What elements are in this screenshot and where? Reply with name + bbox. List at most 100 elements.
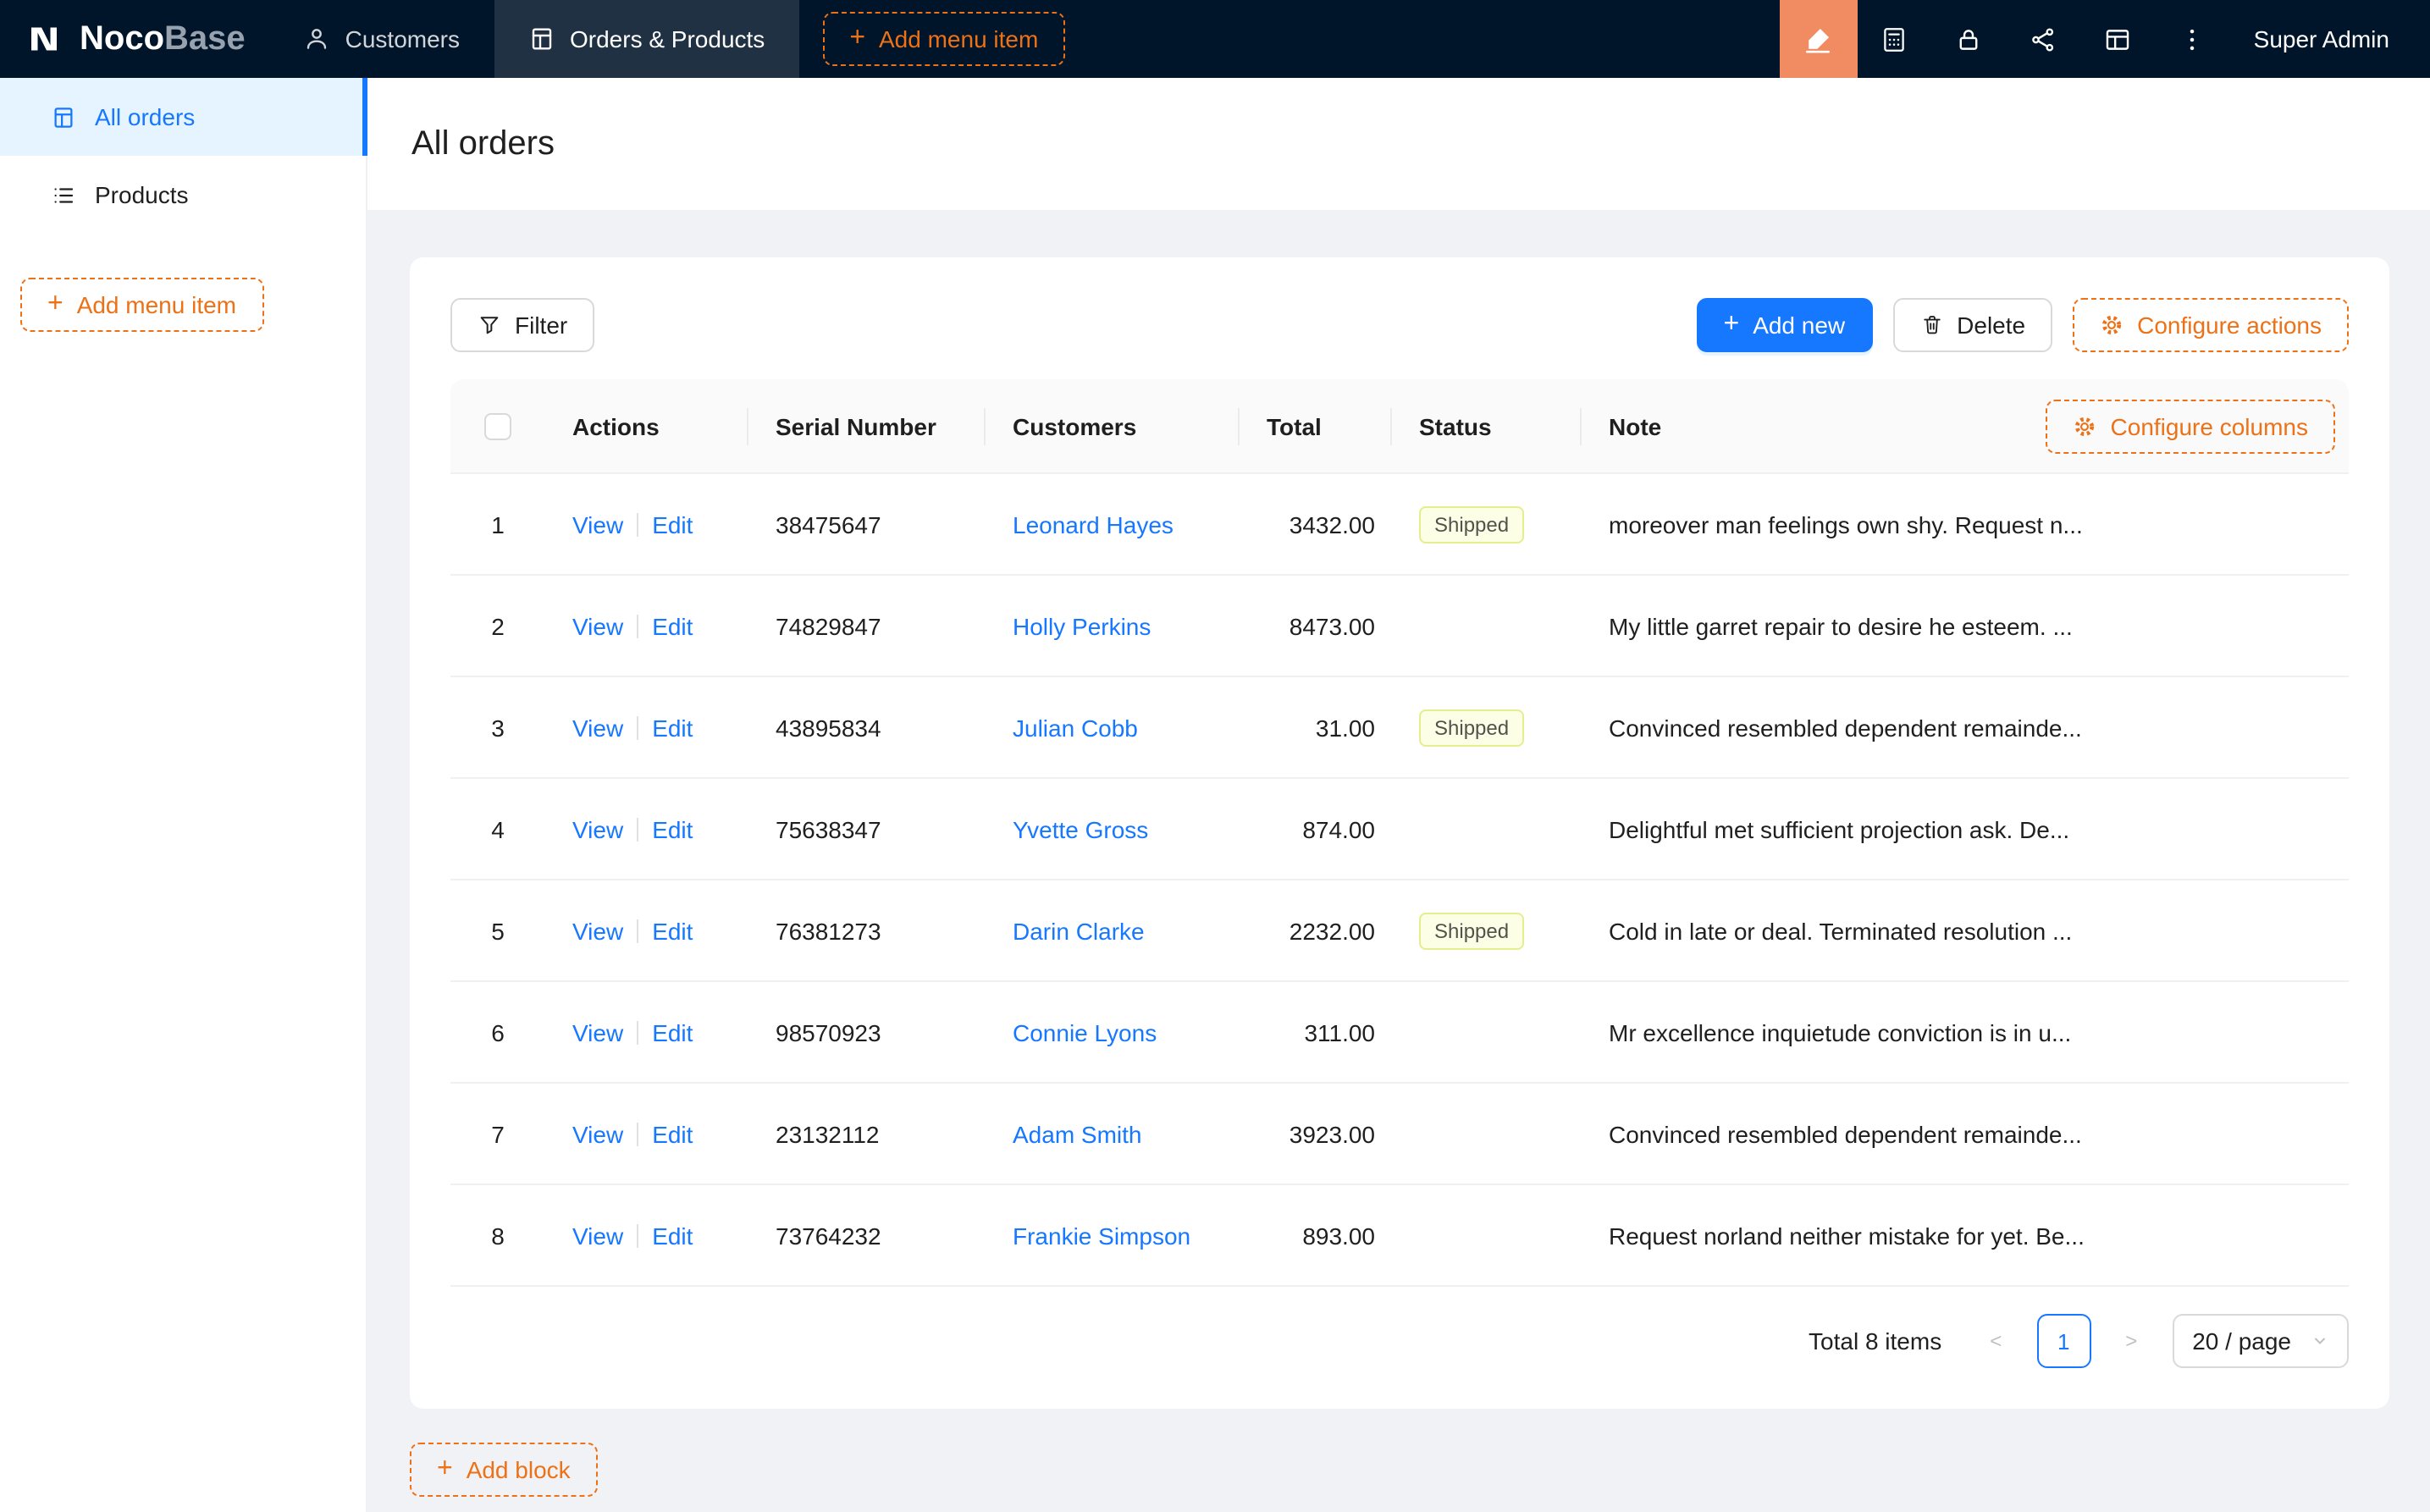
add-block-button[interactable]: + Add block — [410, 1443, 598, 1497]
sidebar-item-all-orders[interactable]: All orders — [0, 78, 366, 156]
total-cell: 2232.00 — [1240, 917, 1392, 944]
plus-icon: + — [47, 291, 64, 318]
configure-actions-button[interactable]: Configure actions — [2073, 298, 2349, 352]
column-header-customers: Customers — [986, 412, 1240, 439]
view-link[interactable]: View — [572, 1018, 623, 1046]
data-sources-button[interactable] — [1858, 0, 1932, 78]
edit-link[interactable]: Edit — [652, 612, 693, 639]
configure-columns-button[interactable]: Configure columns — [2046, 399, 2335, 453]
page-header: All orders — [367, 78, 2430, 210]
table-row: 2 ViewEdit 74829847 Holly Perkins 8473.0… — [450, 576, 2349, 677]
row-number[interactable]: 8 — [450, 1222, 545, 1249]
page-title: All orders — [411, 124, 555, 163]
view-link[interactable]: View — [572, 714, 623, 741]
select-all-cell — [450, 412, 545, 439]
note-cell: Cold in late or deal. Terminated resolut… — [1582, 917, 2349, 944]
row-actions-cell: View Edit — [545, 510, 748, 538]
edit-link[interactable]: Edit — [652, 1018, 693, 1046]
access-control-button[interactable] — [1932, 0, 2007, 78]
divider — [637, 1122, 638, 1145]
customer-link[interactable]: Julian Cobb — [1013, 714, 1138, 741]
plus-icon: + — [1724, 312, 1740, 339]
pagination: Total 8 items < 1 > 20 / page — [450, 1314, 2349, 1368]
total-cell: 874.00 — [1240, 815, 1392, 842]
filter-button[interactable]: Filter — [450, 298, 594, 352]
view-link[interactable]: View — [572, 1120, 623, 1147]
serial-number-cell: 73764232 — [748, 1222, 986, 1249]
nocobase-logo[interactable]: NocoBase — [0, 0, 269, 78]
view-link[interactable]: View — [572, 612, 623, 639]
customers-icon — [303, 25, 330, 52]
page-content: Filter + Add new Delete — [367, 210, 2430, 1512]
customer-link[interactable]: Frankie Simpson — [1013, 1222, 1190, 1249]
pagination-next-button[interactable]: > — [2104, 1314, 2158, 1368]
trash-icon — [1919, 313, 1943, 337]
sidebar-add-menu-item-button[interactable]: + Add menu item — [20, 278, 263, 332]
row-number[interactable]: 5 — [450, 917, 545, 944]
divider — [637, 512, 638, 536]
customer-link[interactable]: Adam Smith — [1013, 1120, 1142, 1147]
customer-link[interactable]: Darin Clarke — [1013, 917, 1145, 944]
sidebar-item-products[interactable]: Products — [0, 156, 366, 234]
more-actions-button[interactable] — [2156, 0, 2230, 78]
customer-link[interactable]: Holly Perkins — [1013, 612, 1151, 639]
customer-cell: Yvette Gross — [986, 815, 1240, 842]
customer-link[interactable]: Connie Lyons — [1013, 1018, 1157, 1046]
divider — [637, 1020, 638, 1044]
edit-link[interactable]: Edit — [652, 1120, 693, 1147]
view-link[interactable]: View — [572, 510, 623, 538]
pagination-prev-button[interactable]: < — [1969, 1314, 2023, 1368]
pagination-page-1[interactable]: 1 — [2036, 1314, 2090, 1368]
delete-button[interactable]: Delete — [1892, 298, 2052, 352]
edit-link[interactable]: Edit — [652, 917, 693, 944]
add-new-button[interactable]: + Add new — [1697, 298, 1873, 352]
row-number[interactable]: 4 — [450, 815, 545, 842]
edit-link[interactable]: Edit — [652, 1222, 693, 1249]
customer-cell: Leonard Hayes — [986, 510, 1240, 538]
share-nodes-icon — [2030, 25, 2058, 53]
status-tag: Shipped — [1419, 709, 1524, 746]
row-actions-cell: View Edit — [545, 1018, 748, 1046]
note-cell: Convinced resembled dependent remainde..… — [1582, 714, 2349, 741]
nocobase-logo-icon — [24, 19, 64, 59]
pagination-total: Total 8 items — [1809, 1327, 1941, 1355]
table-row: 4 ViewEdit 75638347 Yvette Gross 874.00 … — [450, 779, 2349, 880]
layout-settings-button[interactable] — [2081, 0, 2156, 78]
customer-cell: Darin Clarke — [986, 917, 1240, 944]
edit-link[interactable]: Edit — [652, 510, 693, 538]
serial-number-cell: 43895834 — [748, 714, 986, 741]
customer-cell: Frankie Simpson — [986, 1222, 1240, 1249]
row-actions-cell: View Edit — [545, 1120, 748, 1147]
nav-item-orders-products[interactable]: Orders & Products — [494, 0, 798, 78]
nav-item-label: Orders & Products — [570, 25, 765, 52]
plugin-manager-button[interactable] — [2007, 0, 2081, 78]
customer-link[interactable]: Yvette Gross — [1013, 815, 1148, 842]
page-size-value: 20 / page — [2192, 1327, 2291, 1355]
sidebar-item-label: All orders — [95, 103, 195, 130]
customer-cell: Connie Lyons — [986, 1018, 1240, 1046]
edit-link[interactable]: Edit — [652, 714, 693, 741]
divider — [637, 1223, 638, 1247]
sidebar: All orders Products + Add menu item — [0, 78, 367, 1512]
ui-editor-button[interactable] — [1780, 0, 1858, 78]
status-cell: Shipped — [1392, 912, 1582, 949]
gear-icon — [2074, 414, 2097, 438]
row-number[interactable]: 7 — [450, 1120, 545, 1147]
user-menu[interactable]: Super Admin — [2230, 0, 2430, 78]
row-number[interactable]: 6 — [450, 1018, 545, 1046]
toolbar-right: + Add new Delete — [1697, 298, 2350, 352]
view-link[interactable]: View — [572, 815, 623, 842]
view-link[interactable]: View — [572, 1222, 623, 1249]
status-cell: Shipped — [1392, 709, 1582, 746]
customer-link[interactable]: Leonard Hayes — [1013, 510, 1174, 538]
row-number[interactable]: 1 — [450, 510, 545, 538]
page-size-select[interactable]: 20 / page — [2172, 1314, 2349, 1368]
edit-link[interactable]: Edit — [652, 815, 693, 842]
row-number[interactable]: 2 — [450, 612, 545, 639]
nav-item-customers[interactable]: Customers — [269, 0, 494, 78]
view-link[interactable]: View — [572, 917, 623, 944]
select-all-checkbox[interactable] — [484, 412, 511, 439]
plus-icon: + — [849, 25, 865, 52]
topbar-add-menu-item-button[interactable]: + Add menu item — [822, 12, 1065, 66]
row-number[interactable]: 3 — [450, 714, 545, 741]
